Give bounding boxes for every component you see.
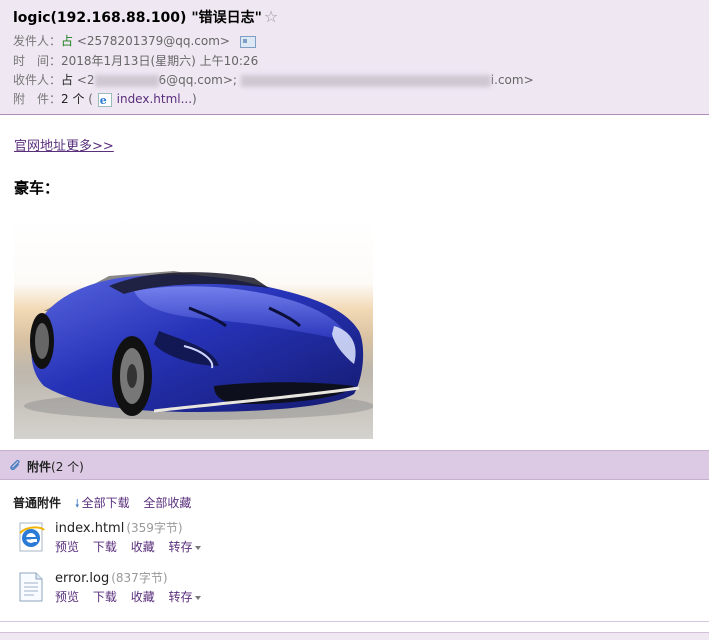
attachments-label: 附 件：	[13, 92, 62, 106]
attachments-bar-title: 附件(2 个)	[27, 458, 84, 475]
attachment-item: index.html (359字节) 预览 下载 收藏 转存	[14, 519, 614, 559]
caret-down-icon	[194, 545, 201, 550]
recipient-name[interactable]: 占	[61, 73, 73, 87]
attachments-row: 附 件：2 个 ( e index.html...)	[13, 90, 197, 108]
attachments-paren-open: (	[88, 92, 93, 106]
attachment-name[interactable]: error.log	[55, 571, 109, 586]
time-label: 时 间：	[13, 54, 62, 68]
caret-down-icon	[194, 595, 201, 600]
paperclip-icon	[10, 459, 20, 471]
save-to-label: 转存	[168, 590, 193, 604]
attachments-bar-label: 附件	[27, 460, 52, 474]
sender-address: <2578201379@qq.com>	[76, 34, 230, 48]
sender-name[interactable]: 占	[61, 34, 73, 48]
car-image	[14, 216, 373, 439]
download-button[interactable]: 下载	[93, 590, 117, 604]
redacted-block	[94, 74, 159, 87]
attachment-name-row: error.log (837字节)	[55, 569, 168, 586]
ie-file-icon: e	[97, 92, 112, 107]
ie-file-icon	[19, 522, 45, 552]
download-button[interactable]: 下载	[93, 540, 117, 554]
attachment-actions: 预览 下载 收藏 转存	[55, 538, 211, 555]
attachments-toolbar: 普通附件 🠗 全部下载 全部收藏	[13, 494, 201, 514]
bottom-strip	[0, 632, 709, 640]
attachment-name-row: index.html (359字节)	[55, 519, 183, 536]
from-label: 发件人：	[13, 34, 62, 48]
preview-button[interactable]: 预览	[55, 540, 79, 554]
attachment-item: error.log (837字节) 预览 下载 收藏 转存	[14, 569, 614, 609]
attachments-bar-count: (2 个)	[51, 460, 84, 474]
download-icon: 🠗	[74, 497, 80, 510]
recipient-address-prefix: <2	[76, 73, 95, 87]
redacted-block	[240, 74, 491, 87]
attachments-panel: 普通附件 🠗 全部下载 全部收藏 index.html (359字节) 预览 下载 …	[0, 480, 709, 622]
attachment-actions: 预览 下载 收藏 转存	[55, 588, 211, 605]
attachments-count: 2 个	[61, 92, 85, 106]
attachments-type-label: 普通附件	[13, 496, 62, 510]
time-row: 时 间：2018年1月13日(星期六) 上午10:26	[13, 52, 258, 70]
attachments-bar: 附件(2 个)	[0, 450, 709, 480]
contact-card-icon[interactable]	[239, 35, 256, 48]
favorite-button[interactable]: 收藏	[131, 590, 155, 604]
recipient-address-tail: i.com>	[490, 73, 534, 87]
save-all-button[interactable]: 全部收藏	[143, 496, 191, 510]
download-all-label: 全部下载	[81, 496, 130, 510]
attachments-paren-close: )	[192, 92, 197, 106]
save-to-dropdown[interactable]: 转存	[169, 540, 201, 554]
attachment-size: (359字节)	[126, 521, 183, 535]
to-row: 收件人：占 <2 6@qq.com>; i.com>	[13, 71, 534, 89]
favorite-button[interactable]: 收藏	[131, 540, 155, 554]
star-icon[interactable]: ☆	[264, 7, 278, 26]
save-to-label: 转存	[168, 540, 193, 554]
from-row: 发件人：占 <2578201379@qq.com>	[13, 32, 256, 50]
more-link[interactable]: 官网地址更多>>	[14, 135, 114, 154]
subject-text: logic(192.168.88.100) "错误日志"	[13, 10, 262, 26]
attachment-name[interactable]: index.html	[55, 521, 124, 536]
download-all-button[interactable]: 🠗 全部下载	[75, 496, 130, 510]
mail-subject: logic(192.168.88.100) "错误日志" ☆	[13, 7, 278, 27]
attachment-size: (837字节)	[111, 571, 168, 585]
save-to-dropdown[interactable]: 转存	[169, 590, 201, 604]
section-heading: 豪车：	[14, 179, 60, 197]
preview-button[interactable]: 预览	[55, 590, 79, 604]
to-label: 收件人：	[13, 73, 62, 87]
recipient-address-mid: 6@qq.com>;	[158, 73, 237, 87]
text-file-icon	[19, 572, 43, 602]
time-value: 2018年1月13日(星期六) 上午10:26	[61, 54, 259, 68]
attachments-link[interactable]: index.html...	[117, 92, 192, 106]
mail-header: logic(192.168.88.100) "错误日志" ☆ 发件人：占 <257…	[0, 0, 709, 115]
